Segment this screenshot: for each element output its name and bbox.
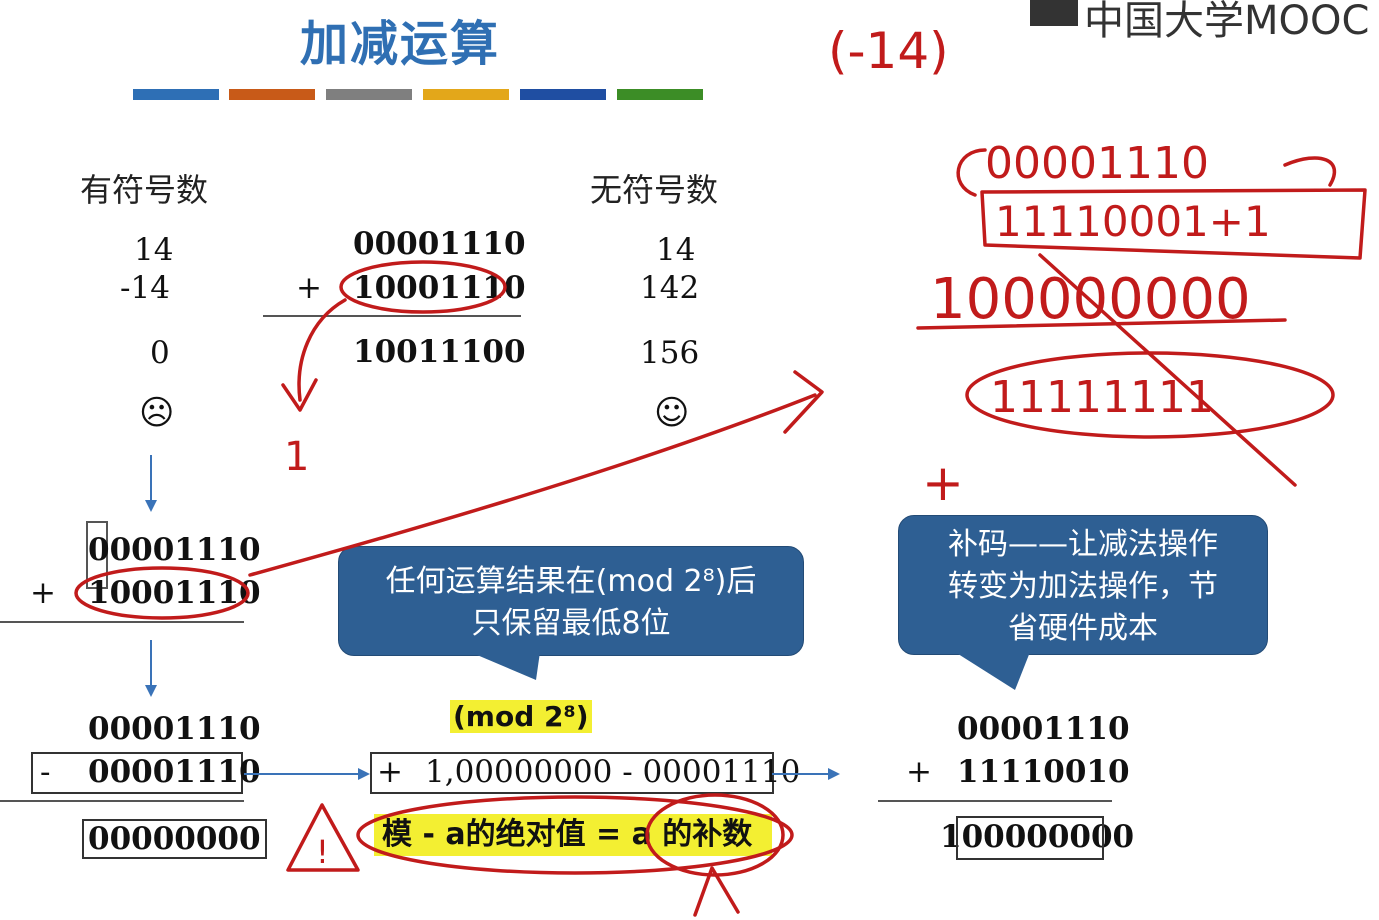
handwriting-plus: +: [922, 454, 964, 512]
handwriting-warn: !: [316, 833, 329, 871]
curl-arrow-left: [956, 148, 987, 197]
long-arrow: [248, 393, 817, 577]
handwriting-bits2: 11110001+1: [995, 197, 1271, 246]
rule-ellipse: [356, 795, 794, 875]
handwriting-bits1: 00001110: [985, 138, 1209, 189]
long-arrow-head: [783, 370, 824, 434]
lower-add-b-ellipse: [74, 566, 250, 620]
handwriting-one: 1: [284, 434, 309, 480]
binary-b-ellipse: [339, 260, 507, 314]
handwritten-annotations: (-14) 00001110 11110001+1 100000000 1111…: [74, 22, 1367, 917]
curve-down: [297, 298, 347, 402]
handwriting-neg14: (-14): [828, 22, 949, 80]
curl-arrow-right: [1283, 156, 1337, 187]
